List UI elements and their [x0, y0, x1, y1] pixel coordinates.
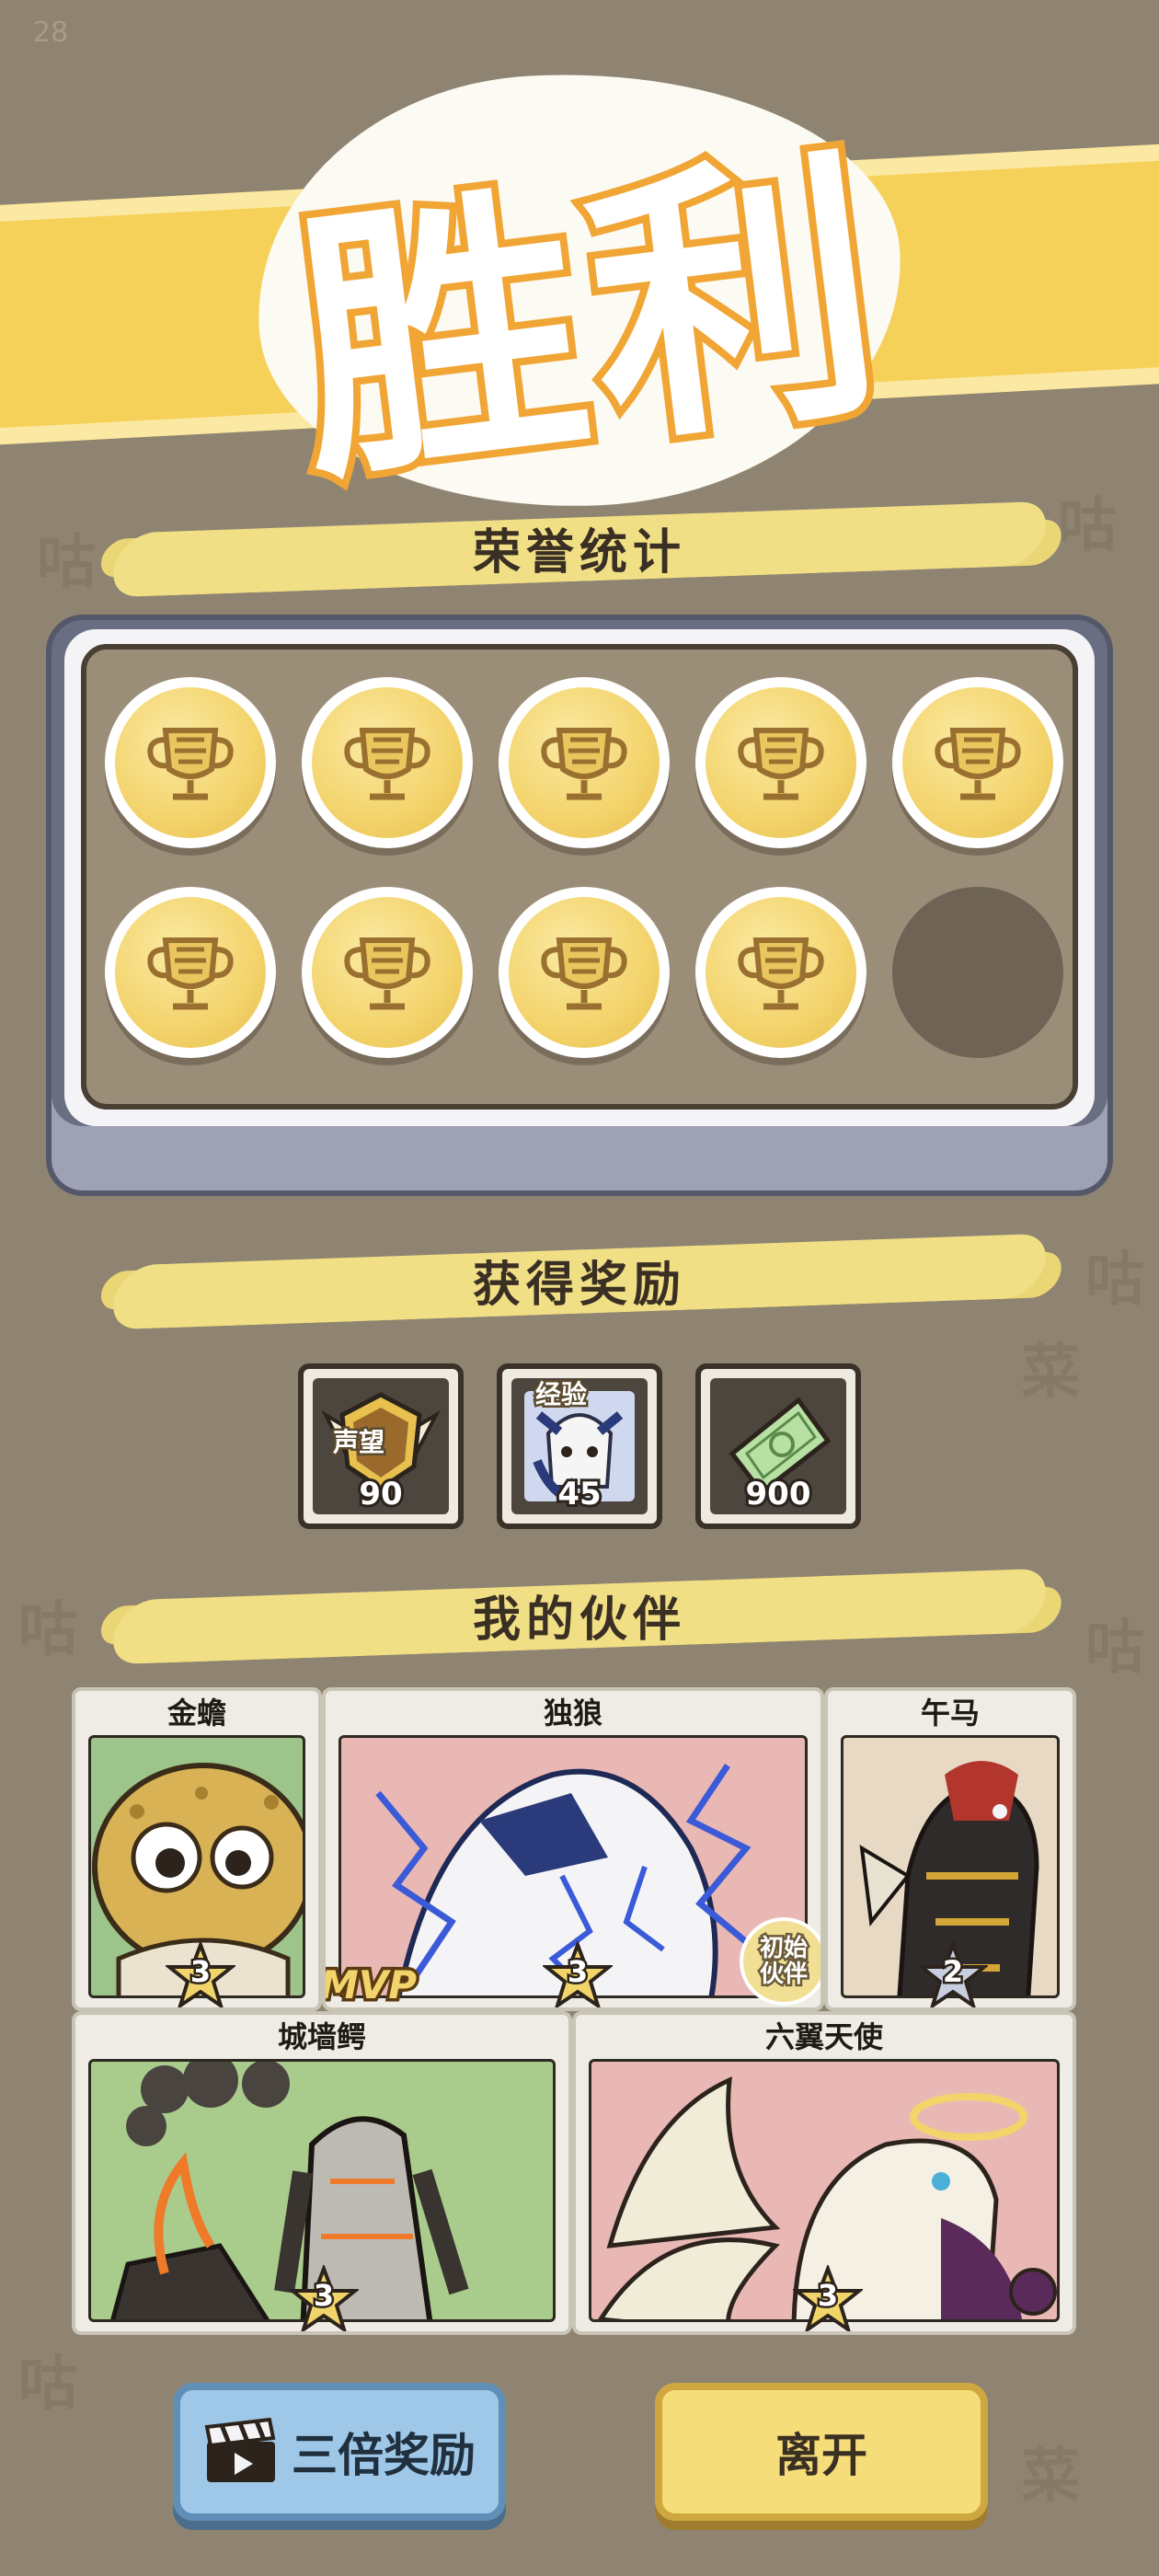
trophy-icon — [344, 937, 430, 1010]
honor-stats-header: 荣誉统计 — [105, 497, 1054, 598]
empty-medal-slot — [892, 887, 1063, 1058]
watermark-char: 咕 — [37, 529, 96, 597]
watermark-char: 咕 — [18, 2351, 77, 2419]
video-clapper-icon — [204, 2418, 276, 2482]
honor-medal-grid — [81, 644, 1078, 1110]
watermark-char: 咕 — [18, 1596, 77, 1664]
partner-card-lone-wolf[interactable]: 独狼 MVP 3 初始 伙伴 — [322, 1687, 824, 2011]
trophy-icon — [541, 937, 627, 1010]
leave-label: 离开 — [775, 2429, 867, 2482]
honor-stats-title: 荣誉统计 — [472, 524, 686, 581]
trophy-icon — [738, 937, 824, 1010]
star-rank: 2 — [916, 1939, 990, 2007]
honor-panel-frame — [64, 629, 1095, 1126]
honor-medal — [302, 887, 473, 1058]
star-rank: 3 — [287, 2263, 361, 2331]
mvp-badge: MVP — [322, 1960, 420, 2008]
victory-title: 胜利 — [272, 111, 912, 527]
partners-title: 我的伙伴 — [472, 1592, 686, 1648]
rewards-header: 获得奖励 — [105, 1229, 1054, 1330]
partner-name: 独狼 — [543, 1696, 602, 1731]
reward-tag: 声望 — [330, 1425, 386, 1460]
honor-medal — [302, 677, 473, 848]
leave-button[interactable]: 离开 — [655, 2383, 988, 2521]
reward-cash[interactable]: 900 — [695, 1363, 861, 1529]
reward-quantity: 90 — [356, 1473, 405, 1514]
reward-quantity: 900 — [743, 1473, 814, 1514]
watermark-char: 咕 — [1085, 1615, 1144, 1683]
victory-banner: 胜利 — [0, 57, 1159, 527]
triple-reward-label: 三倍奖励 — [292, 2429, 476, 2482]
honor-medal — [695, 677, 866, 848]
honor-panel — [46, 615, 1113, 1196]
partner-name: 金蟾 — [166, 1696, 226, 1731]
watermark-char: 菜 — [1021, 2443, 1080, 2511]
partners-header: 我的伙伴 — [105, 1564, 1054, 1665]
reward-experience[interactable]: 经验 45 — [497, 1363, 662, 1529]
reward-reputation[interactable]: 声望 90 — [298, 1363, 464, 1529]
partner-card-golden-toad[interactable]: 金蟾 3 — [72, 1687, 322, 2011]
honor-medal — [892, 677, 1063, 848]
honor-medal — [695, 887, 866, 1058]
trophy-icon — [935, 728, 1021, 800]
reward-quantity: 45 — [555, 1473, 603, 1514]
status-number: 28 — [33, 17, 69, 49]
reward-tag: 经验 — [533, 1378, 589, 1412]
trophy-icon — [344, 728, 430, 800]
watermark-char: 咕 — [1058, 492, 1117, 560]
trophy-icon — [738, 728, 824, 800]
honor-medal — [105, 887, 276, 1058]
honor-medal — [105, 677, 276, 848]
partner-card-wall-crocodile[interactable]: 城墙鳄 3 — [72, 2011, 572, 2335]
initial-partner-badge: 初始 伙伴 — [740, 1917, 820, 2006]
honor-medal — [499, 677, 670, 848]
triple-reward-button[interactable]: 三倍奖励 — [173, 2383, 506, 2521]
watermark-char: 咕 — [1085, 1247, 1144, 1315]
partner-name: 午马 — [920, 1696, 980, 1731]
partner-card-six-winged-angel[interactable]: 六翼天使 3 — [572, 2011, 1076, 2335]
watermark-char: 菜 — [1021, 1339, 1080, 1407]
partner-name: 六翼天使 — [764, 2019, 883, 2054]
trophy-icon — [541, 728, 627, 800]
trophy-icon — [147, 937, 234, 1010]
rewards-title: 获得奖励 — [472, 1257, 686, 1313]
trophy-icon — [147, 728, 234, 800]
star-rank: 3 — [164, 1939, 237, 2007]
honor-medal — [499, 887, 670, 1058]
star-rank: 3 — [541, 1939, 614, 2007]
star-rank: 3 — [791, 2263, 865, 2331]
partner-name: 城墙鳄 — [277, 2019, 366, 2054]
partner-card-noon-horse[interactable]: 午马 2 — [824, 1687, 1076, 2011]
